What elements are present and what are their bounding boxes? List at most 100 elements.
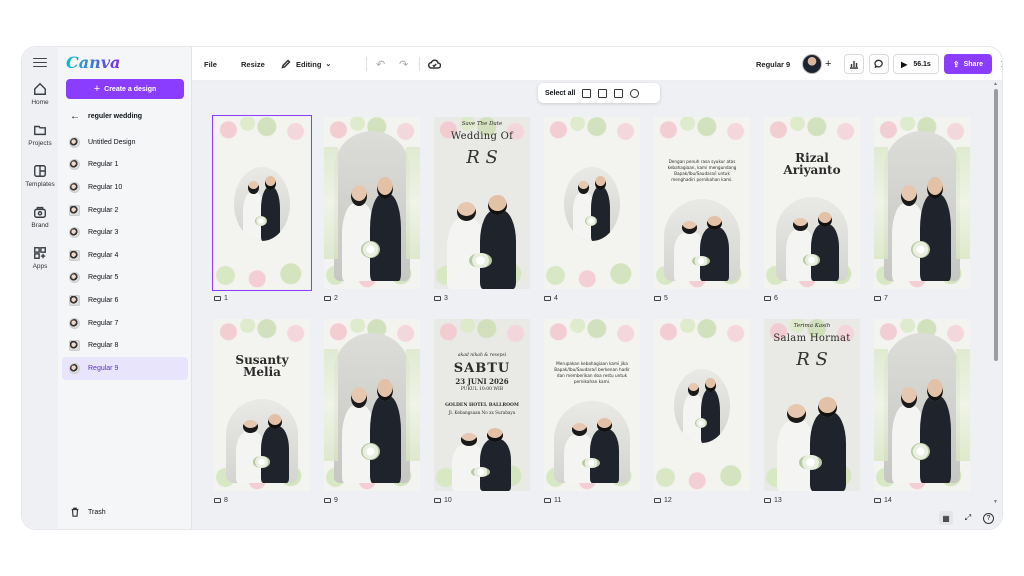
page-thumbnail[interactable]	[654, 319, 750, 491]
share-button[interactable]: ⇪ Share	[944, 54, 992, 74]
duplicate-icon[interactable]	[598, 88, 608, 98]
avatar[interactable]	[802, 54, 822, 74]
floral-decoration	[956, 349, 970, 461]
design-list-item[interactable]: Regular 1	[62, 154, 188, 177]
design-name: Regular 7	[88, 319, 119, 327]
rail-projects[interactable]: Projects	[22, 123, 58, 147]
groom-figure	[590, 176, 611, 241]
design-name: Regular 5	[88, 274, 119, 282]
design-list-item[interactable]: Regular 7	[62, 312, 188, 335]
groom-figure	[369, 176, 401, 281]
design-name: Regular 10	[88, 183, 123, 191]
page-thumbnail[interactable]: Terima Kasih Salam Hormat R S	[764, 319, 860, 491]
editing-menu[interactable]: Editing ⌄	[281, 47, 331, 81]
design-list-item[interactable]: Regular 2	[62, 199, 188, 222]
add-page-icon[interactable]	[582, 88, 592, 98]
page-thumbnail[interactable]	[544, 117, 640, 289]
page-thumbnail[interactable]	[874, 319, 970, 491]
page-thumbnail[interactable]: Susanty Melia	[214, 319, 310, 491]
rail-home[interactable]: Home	[22, 82, 58, 106]
fullscreen-icon[interactable]: ⤢	[961, 511, 975, 525]
canva-logo[interactable]: Canva	[66, 53, 120, 72]
design-list-item[interactable]: Untitled Design	[62, 131, 188, 154]
groom-figure	[479, 194, 516, 289]
page-text: Salam Hormat	[773, 333, 851, 344]
help-icon[interactable]: ?	[983, 512, 994, 524]
divider	[366, 57, 367, 71]
page-thumbnail[interactable]: akad nikah & resepsi SABTU 23 JUNI 2026 PUK…	[434, 319, 530, 491]
design-thumbnail	[69, 249, 80, 261]
page-text: akad nikah & resepsi	[457, 353, 507, 358]
page-text: Terima Kasih	[793, 323, 831, 329]
couple-photo	[570, 175, 614, 241]
page-number: 1	[214, 295, 228, 302]
design-list-item[interactable]: Regular 6	[62, 289, 188, 312]
page-thumbnail[interactable]	[874, 117, 970, 289]
redo-icon[interactable]: ↷	[399, 47, 408, 81]
floral-decoration	[324, 147, 338, 259]
page-number: 8	[214, 497, 228, 504]
rail-brand[interactable]: Brand	[22, 205, 58, 229]
design-list-item[interactable]: Regular 9	[62, 356, 188, 380]
rail-templates[interactable]: Templates	[22, 164, 58, 188]
page-thumbnail[interactable]: Dengan penuh rasa syukur atas kebahagiaa…	[654, 117, 750, 289]
create-design-label: Create a design	[104, 85, 157, 93]
page-number-label: 9	[334, 497, 338, 504]
menu-icon[interactable]	[33, 55, 47, 69]
trash-link[interactable]: Trash	[70, 507, 106, 517]
undo-icon[interactable]: ↶	[376, 47, 385, 81]
page-icon	[874, 498, 881, 503]
design-thumbnail	[69, 136, 80, 148]
page-number: 9	[324, 497, 338, 504]
comments-button[interactable]	[869, 54, 889, 74]
floral-decoration	[214, 319, 310, 351]
scroll-up-icon[interactable]: ▲	[993, 81, 998, 87]
trash-icon	[71, 507, 79, 517]
page-text: Wedding Of	[450, 131, 514, 142]
create-design-button[interactable]: + Create a design	[66, 79, 184, 99]
page-number: 4	[544, 295, 558, 302]
close-icon[interactable]: ✕	[1000, 47, 1002, 81]
page-number-label: 8	[224, 497, 228, 504]
groom-figure	[261, 414, 290, 483]
scrollbar[interactable]	[994, 89, 998, 361]
hide-icon[interactable]	[630, 88, 640, 98]
rail-apps[interactable]: Apps	[22, 246, 58, 270]
page-thumbnail[interactable]: Save The Date Wedding Of R S	[434, 117, 530, 289]
design-list-item[interactable]: Regular 10	[62, 176, 188, 199]
photo-frame	[884, 333, 960, 483]
scroll-down-icon[interactable]: ▼	[993, 499, 998, 505]
select-all-button[interactable]: Select all	[545, 90, 575, 97]
resize-menu[interactable]: Resize	[241, 47, 265, 81]
insights-button[interactable]	[844, 54, 864, 74]
bouquet-figure	[471, 466, 491, 477]
grid-view-icon[interactable]: ▦	[939, 511, 953, 525]
back-arrow-icon[interactable]: ←	[70, 111, 80, 122]
page-thumbnail[interactable]: Merupakan kebahagiaan kami jika Bapak/Ib…	[544, 319, 640, 491]
design-list-item[interactable]: Regular 3	[62, 221, 188, 244]
folder-header[interactable]: ← reguler wedding	[70, 111, 142, 122]
page-text: GOLDEN HOTEL BALLROOM	[445, 403, 519, 408]
add-collaborator-icon[interactable]: +	[825, 47, 831, 81]
document-title[interactable]: Regular 9	[756, 47, 790, 81]
page-thumbnail[interactable]	[324, 319, 420, 491]
rail-label: Brand	[31, 222, 49, 229]
file-menu[interactable]: File	[204, 47, 217, 81]
design-list-item[interactable]: Regular 8	[62, 334, 188, 357]
delete-icon[interactable]	[614, 88, 624, 98]
page-number-label: 10	[444, 497, 452, 504]
photo-frame	[334, 131, 410, 281]
page-thumbnail[interactable]	[324, 117, 420, 289]
cloud-save-icon[interactable]	[428, 47, 441, 81]
design-list-item[interactable]: Regular 5	[62, 267, 188, 290]
floral-decoration	[214, 117, 310, 149]
side-panel: Canva + Create a design ← reguler wedding…	[58, 47, 192, 529]
design-list-item[interactable]: Regular 4	[62, 244, 188, 267]
design-thumbnail	[69, 272, 80, 284]
photo-frame	[554, 401, 630, 483]
bouquet-figure	[803, 254, 821, 266]
page-thumbnail[interactable]	[212, 115, 312, 291]
present-button[interactable]: ▶ 56.1s	[893, 54, 939, 74]
couple-photo	[670, 215, 734, 281]
page-thumbnail[interactable]: Rizal Ariyanto	[764, 117, 860, 289]
